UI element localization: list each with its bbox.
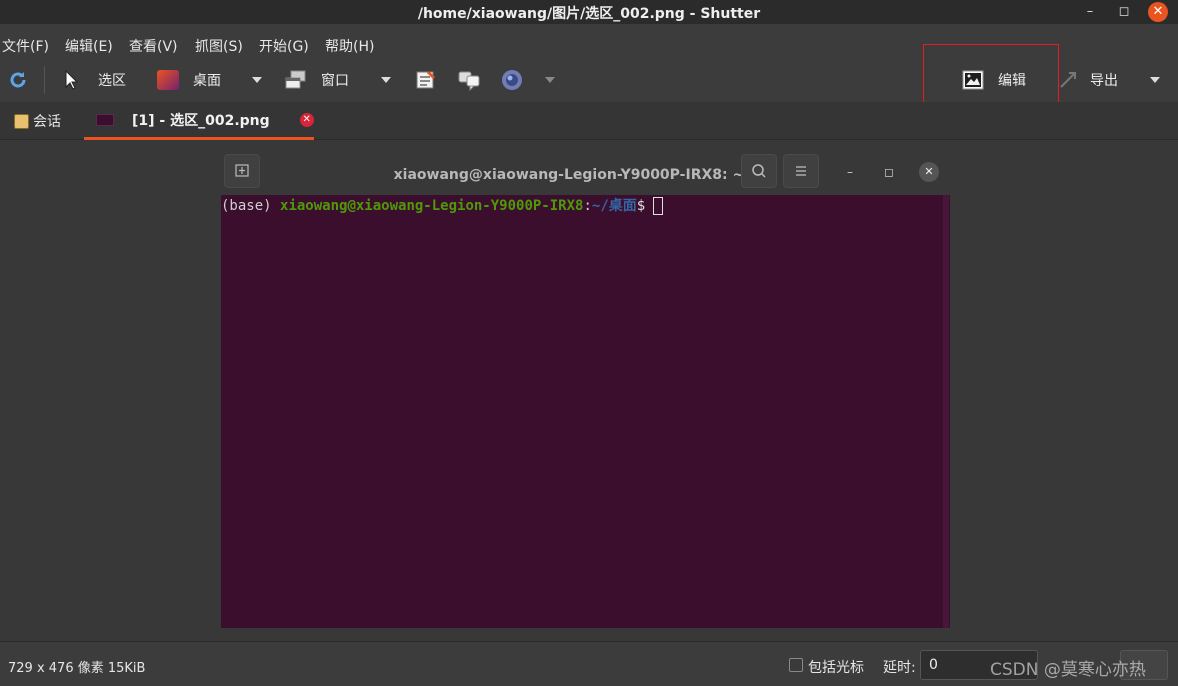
include-cursor-label[interactable]: 包括光标 (808, 657, 864, 677)
menu-capture-icon (416, 71, 435, 89)
pointer-icon (65, 69, 79, 90)
tab-file-label: [1] - 选区_002.png (132, 112, 270, 129)
window-button[interactable]: 窗口 (285, 58, 349, 102)
terminal-scrollbar (943, 195, 949, 628)
web-dropdown-arrow[interactable] (545, 77, 555, 83)
tooltip-icon (458, 71, 480, 91)
menu-help[interactable]: 帮助(H) (325, 36, 374, 56)
maximize-button[interactable]: ◻ (1114, 2, 1134, 22)
tab-session-label: 会话 (33, 114, 61, 130)
terminal-close-icon: ✕ (919, 162, 939, 182)
menu-file[interactable]: 文件(F) (2, 36, 49, 56)
terminal-menu-button (783, 154, 819, 188)
menu-capture-button[interactable] (415, 58, 437, 102)
selection-label: 选区 (98, 73, 126, 89)
desktop-dropdown-arrow[interactable] (252, 77, 262, 83)
desktop-label: 桌面 (193, 73, 221, 89)
prompt-dollar: $ (636, 198, 646, 214)
prompt-env: (base) (221, 198, 281, 214)
toolbar-separator (44, 66, 45, 94)
tab-file[interactable]: [1] - 选区_002.png ✕ (84, 102, 314, 140)
web-capture-button[interactable] (501, 58, 523, 102)
search-icon (752, 164, 766, 178)
menu-capture[interactable]: 抓图(S) (195, 36, 243, 56)
title-bar: /home/xiaowang/图片/选区_002.png - Shutter –… (0, 0, 1178, 24)
prompt-colon: : (583, 198, 592, 214)
export-label: 导出 (1090, 73, 1118, 89)
desktop-icon (157, 70, 179, 90)
include-cursor-checkbox[interactable] (789, 658, 803, 672)
thumbnail-icon (96, 113, 114, 126)
export-button[interactable]: 导出 (1058, 58, 1118, 102)
minimize-button[interactable]: – (1080, 2, 1100, 22)
tooltip-capture-button[interactable] (457, 58, 481, 102)
window-dropdown-arrow[interactable] (381, 77, 391, 83)
terminal-minimize-icon: – (847, 165, 853, 179)
delay-label: 延时: (883, 660, 916, 676)
export-icon (1060, 72, 1076, 88)
hamburger-icon (796, 166, 806, 176)
terminal-search-button (741, 154, 777, 188)
status-bar: 729 x 476 像素 15KiB 包括光标 延时: CSDN @莫寒心亦热 (0, 641, 1178, 686)
window-title: /home/xiaowang/图片/选区_002.png - Shutter (417, 6, 761, 22)
menu-view[interactable]: 查看(V) (129, 36, 178, 56)
terminal-maximize-icon: ◻ (884, 165, 894, 179)
terminal-cursor (653, 197, 664, 215)
refresh-button[interactable] (8, 58, 28, 102)
close-window-button[interactable]: ✕ (1148, 2, 1168, 22)
tab-session[interactable]: 会话 (14, 102, 61, 140)
prompt-user: xiaowang@xiaowang-Legion-Y9000P-IRX8 (280, 198, 584, 214)
desktop-button[interactable]: 桌面 (157, 58, 221, 102)
menu-go[interactable]: 开始(G) (259, 36, 309, 56)
window-icon (285, 70, 306, 89)
terminal-body: (base) xiaowang@xiaowang-Legion-Y9000P-I… (221, 195, 950, 628)
selection-button[interactable]: 选区 (64, 58, 126, 102)
web-icon (502, 70, 522, 90)
image-info: 729 x 476 像素 15KiB (8, 661, 146, 676)
window-label: 窗口 (321, 73, 349, 89)
watermark: CSDN @莫寒心亦热 (990, 660, 1146, 680)
tab-bar: 会话 [1] - 选区_002.png ✕ (0, 102, 1178, 140)
terminal-header: xiaowang@xiaowang-Legion-Y9000P-IRX8: ~/… (221, 149, 950, 195)
menu-edit[interactable]: 编辑(E) (65, 36, 113, 56)
refresh-icon (10, 72, 26, 88)
tab-close-icon[interactable]: ✕ (299, 112, 314, 127)
terminal-prompt: (base) xiaowang@xiaowang-Legion-Y9000P-I… (221, 197, 664, 215)
session-icon (14, 113, 29, 129)
export-dropdown-arrow[interactable] (1150, 77, 1160, 83)
prompt-path: ~/桌面 (591, 198, 637, 214)
